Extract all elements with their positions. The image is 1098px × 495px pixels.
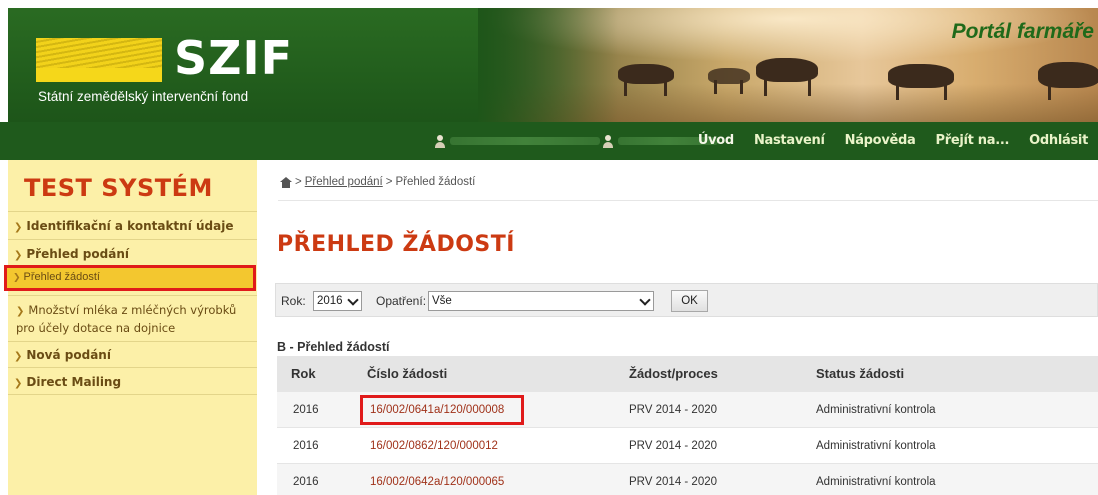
rok-label: Rok: <box>281 294 306 308</box>
chevron-down-icon <box>347 294 359 306</box>
user-icon <box>602 134 614 148</box>
sidebar-item-direct-mailing[interactable]: ❯ Direct Mailing <box>8 367 257 395</box>
logo-subtitle: Státní zemědělský intervenční fond <box>38 89 249 104</box>
sidebar-item-mnozstvi-mleka[interactable]: ❯ Množství mléka z mléčných výrobků pro ú… <box>8 295 257 341</box>
chevron-right-icon: ❯ <box>14 351 23 362</box>
cell-rok: 2016 <box>293 476 319 488</box>
ok-button[interactable]: OK <box>671 290 708 312</box>
chevron-right-icon: ❯ <box>16 306 25 317</box>
nav-napoveda[interactable]: Nápověda <box>835 122 926 160</box>
rok-select[interactable]: 2016 <box>313 291 362 311</box>
page-title: PŘEHLED ŽÁDOSTÍ <box>277 232 515 257</box>
requests-table: Rok Číslo žádosti Žádost/proces Status ž… <box>277 356 1098 495</box>
user-info-1 <box>434 134 600 148</box>
redacted-user-name <box>450 137 600 145</box>
cell-rok: 2016 <box>293 404 319 416</box>
table-header: Rok Číslo žádosti Žádost/proces Status ž… <box>277 356 1098 392</box>
highlight-box <box>360 395 524 425</box>
cell-proces: PRV 2014 - 2020 <box>629 476 718 488</box>
chevron-down-icon <box>639 294 651 306</box>
portal-title: Portál farmáře <box>951 20 1094 43</box>
cell-cislo-link[interactable]: 16/002/0862/120/000012 <box>370 428 498 464</box>
cell-rok: 2016 <box>293 440 319 452</box>
cell-status: Administrativní kontrola <box>816 440 936 452</box>
opatreni-label: Opatření: <box>376 294 427 308</box>
filter-bar: Rok: 2016 Opatření: Vše OK <box>275 283 1098 317</box>
cell-proces: PRV 2014 - 2020 <box>629 440 718 452</box>
opatreni-select[interactable]: Vše <box>428 291 654 311</box>
sidebar-item-prehled-zadosti[interactable]: ❯ Přehled žádostí <box>4 265 256 291</box>
top-navigation: Úvod Nastavení Nápověda Přejít na... Odh… <box>0 122 1098 160</box>
system-title: TEST SYSTÉM <box>24 174 213 202</box>
chevron-right-icon: ❯ <box>14 222 23 233</box>
chevron-down-icon: ❯ <box>14 250 23 261</box>
header-zadost-proces[interactable]: Žádost/proces <box>629 356 718 392</box>
nav-links: Úvod Nastavení Nápověda Přejít na... Odh… <box>688 122 1098 160</box>
sidebar-item-nova-podani[interactable]: ❯ Nová podání <box>8 341 257 367</box>
section-title: B - Přehled žádostí <box>277 340 390 354</box>
table-row: 2016 16/002/0862/120/000012 PRV 2014 - 2… <box>277 428 1098 464</box>
szif-logo-text: SZIF <box>174 31 294 85</box>
divider <box>278 200 1098 201</box>
header-cislo-zadosti[interactable]: Číslo žádosti <box>367 356 447 392</box>
cell-status: Administrativní kontrola <box>816 476 936 488</box>
cell-cislo-link[interactable]: 16/002/0642a/120/000065 <box>370 464 504 495</box>
user-icon <box>434 134 446 148</box>
breadcrumb-current: Přehled žádostí <box>395 176 476 188</box>
nav-prejit-na[interactable]: Přejít na... <box>925 122 1019 160</box>
sidebar-item-identifikacni-udaje[interactable]: ❯ Identifikační a kontaktní údaje <box>8 211 257 239</box>
nav-nastaveni[interactable]: Nastavení <box>744 122 835 160</box>
sidebar-item-prehled-podani[interactable]: ❯ Přehled podání <box>8 239 257 267</box>
header-rok[interactable]: Rok <box>291 356 316 392</box>
header-status[interactable]: Status žádosti <box>816 356 904 392</box>
sidebar: TEST SYSTÉM ❯ Identifikační a kontaktní ú… <box>8 160 257 495</box>
chevron-right-icon: ❯ <box>14 378 23 389</box>
cell-proces: PRV 2014 - 2020 <box>629 404 718 416</box>
table-row: 2016 16/002/0642a/120/000065 PRV 2014 - … <box>277 464 1098 495</box>
nav-odhlasit[interactable]: Odhlásit <box>1019 122 1098 160</box>
home-icon[interactable] <box>280 176 292 188</box>
breadcrumb: > Přehled podání > Přehled žádostí <box>280 176 475 188</box>
header-banner: SZIF Státní zemědělský intervenční fond … <box>8 8 1098 122</box>
nav-uvod[interactable]: Úvod <box>688 122 744 160</box>
breadcrumb-link-prehled-podani[interactable]: Přehled podání <box>305 176 383 188</box>
chevron-right-icon: ❯ <box>13 272 21 282</box>
cell-status: Administrativní kontrola <box>816 404 936 416</box>
